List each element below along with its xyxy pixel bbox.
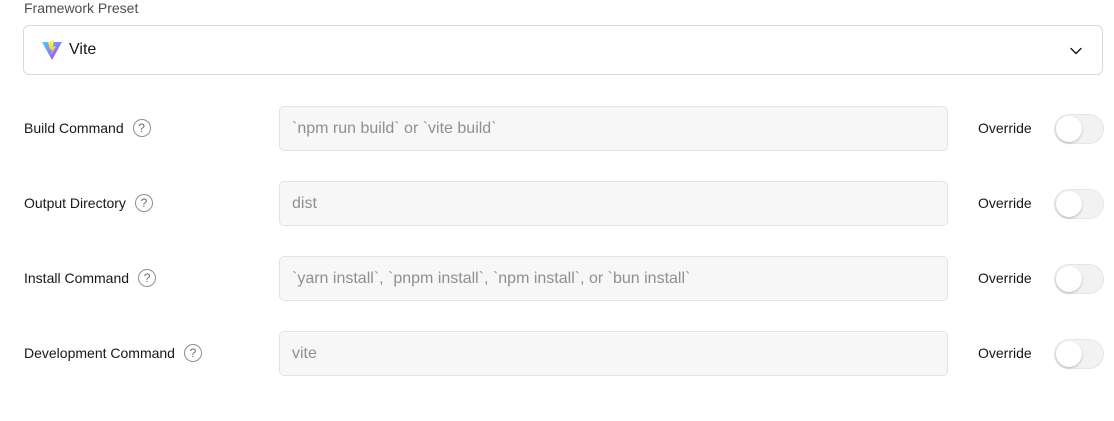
development-command-label: Development Command: [24, 345, 175, 361]
toggle-knob: [1056, 266, 1082, 292]
build-command-override-toggle[interactable]: [1054, 114, 1104, 144]
toggle-knob: [1056, 341, 1082, 367]
toggle-knob: [1056, 191, 1082, 217]
output-directory-override-label: Override: [978, 195, 1032, 211]
development-command-override-toggle[interactable]: [1054, 339, 1104, 369]
development-command-label-group: Development Command ?: [24, 344, 202, 362]
output-directory-override-toggle[interactable]: [1054, 189, 1104, 219]
install-command-input[interactable]: [279, 256, 948, 301]
help-icon[interactable]: ?: [134, 194, 153, 212]
development-command-row: Development Command ? Override: [0, 331, 1114, 377]
help-icon[interactable]: ?: [138, 269, 157, 287]
chevron-down-icon: [1070, 47, 1082, 55]
build-command-input[interactable]: [279, 106, 948, 151]
install-command-label: Install Command: [24, 270, 130, 286]
framework-preset-value: Vite: [69, 41, 97, 58]
install-command-row: Install Command ? Override: [0, 256, 1114, 302]
development-command-override-label: Override: [978, 345, 1032, 361]
build-command-override-label: Override: [978, 120, 1032, 136]
help-icon[interactable]: ?: [132, 119, 151, 137]
framework-preset-select[interactable]: Vite: [23, 25, 1103, 75]
install-command-label-group: Install Command ?: [24, 269, 157, 287]
output-directory-row: Output Directory ? Override: [0, 181, 1114, 227]
development-command-input[interactable]: [279, 331, 948, 376]
install-command-override-toggle[interactable]: [1054, 264, 1104, 294]
output-directory-input[interactable]: [279, 181, 948, 226]
build-command-label-group: Build Command ?: [24, 119, 151, 137]
help-icon[interactable]: ?: [183, 344, 202, 362]
install-command-override-label: Override: [978, 270, 1032, 286]
build-command-row: Build Command ? Override: [0, 106, 1114, 152]
build-command-label: Build Command: [24, 120, 124, 136]
output-directory-label: Output Directory: [24, 195, 126, 211]
toggle-knob: [1056, 116, 1082, 142]
vite-logo-icon: [41, 39, 63, 61]
output-directory-label-group: Output Directory ?: [24, 194, 153, 212]
framework-preset-label: Framework Preset: [24, 0, 139, 16]
